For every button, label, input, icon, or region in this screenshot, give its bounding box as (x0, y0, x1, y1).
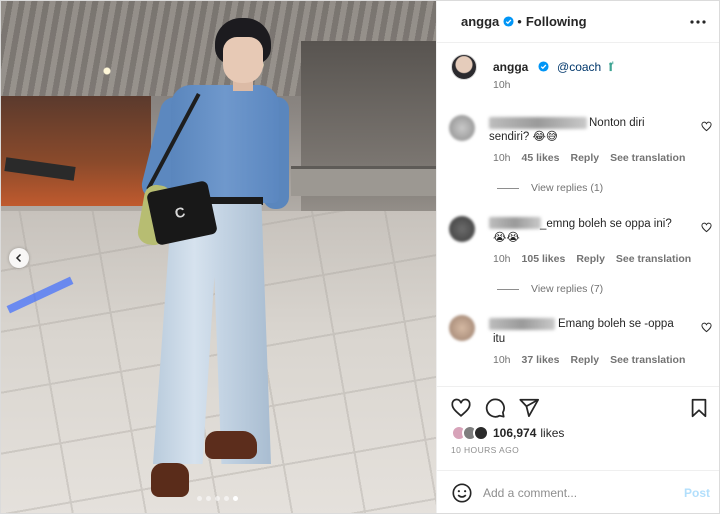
comment-likes[interactable]: 105 likes (522, 253, 566, 265)
header-username[interactable]: angga (461, 14, 499, 29)
view-replies-button[interactable]: View replies (1) (497, 182, 603, 194)
comment-input[interactable] (483, 484, 673, 502)
following-button[interactable]: Following (526, 14, 587, 29)
see-translation-link[interactable]: See translation (616, 253, 691, 265)
caption-mention[interactable]: @coach (557, 60, 601, 74)
comment-time: 10h (493, 253, 511, 265)
carousel-dot[interactable] (206, 496, 211, 501)
person-right-shoe (205, 431, 257, 459)
heart-icon[interactable] (701, 222, 712, 233)
statue-of-liberty-icon (608, 61, 613, 72)
caption-username[interactable]: angga (493, 60, 528, 74)
more-options-icon (690, 19, 706, 24)
bag-logo: C (173, 203, 187, 222)
chevron-left-icon (15, 253, 22, 263)
caption-time: 10h (493, 79, 511, 91)
comment-likes[interactable]: 45 likes (522, 152, 560, 164)
carousel-dot[interactable] (197, 496, 202, 501)
action-bar: 106,974 likes 10 HOURS AGO (437, 386, 719, 470)
carousel-dot-active[interactable] (233, 496, 238, 501)
replies-line (497, 288, 519, 290)
comment-avatar[interactable] (449, 315, 475, 341)
author-avatar[interactable] (451, 54, 477, 80)
comment-avatar[interactable] (449, 115, 475, 141)
post-photo[interactable]: C (1, 1, 436, 513)
photo-shops (1, 96, 151, 206)
liker-avatar (473, 425, 489, 441)
post-caption: angga @coach (437, 43, 719, 101)
heart-icon[interactable] (450, 397, 472, 419)
likes-row[interactable]: 106,974 likes (451, 425, 564, 441)
comment-emoji: 😂😅 (532, 131, 558, 143)
comment-reply-button[interactable]: Reply (570, 354, 599, 366)
header-separator: • (517, 14, 522, 29)
post-modal: C angga • Following angga @coach 10h Non… (0, 0, 720, 514)
photo-shop-banner (4, 157, 76, 181)
carousel-dot[interactable] (215, 496, 220, 501)
comment-icon[interactable] (484, 397, 506, 419)
comment-text: Emang boleh se -oppa (558, 318, 674, 330)
comment-username-blurred[interactable] (489, 318, 555, 330)
share-icon[interactable] (518, 397, 540, 419)
carousel-dots (197, 496, 238, 501)
person-left-shoe (151, 463, 189, 497)
comment-username-blurred[interactable] (489, 117, 587, 129)
comment-text-line2: itu (493, 333, 506, 345)
post-sidebar: angga • Following angga @coach 10h Nonto… (436, 1, 719, 513)
comment-text-cont: sendiri? (489, 131, 530, 143)
comment-likes[interactable]: 37 likes (522, 354, 560, 366)
photo-rail (291, 166, 436, 196)
verified-badge-icon (503, 16, 514, 27)
likes-count[interactable]: 106,974 likes (493, 426, 564, 440)
see-translation-link[interactable]: See translation (610, 354, 685, 366)
comment-text-line2: sendiri? 😂😅 (489, 130, 558, 144)
post-timestamp: 10 HOURS AGO (451, 445, 520, 455)
view-replies-label[interactable]: View replies (1) (531, 182, 603, 194)
comment-reply-button[interactable]: Reply (576, 253, 605, 265)
comment-meta: 10h 45 likes Reply See translation (493, 152, 685, 164)
more-options-button[interactable] (687, 11, 709, 33)
see-translation-link[interactable]: See translation (610, 152, 685, 164)
bookmark-icon[interactable] (688, 397, 710, 419)
likes-number: 106,974 (493, 426, 537, 440)
carousel-dot[interactable] (224, 496, 229, 501)
comment-meta: 10h 105 likes Reply See translation (493, 253, 691, 265)
likes-word: likes (540, 426, 565, 440)
replies-line (497, 187, 519, 189)
comment-item: Emang boleh se -oppa itu 10h 37 likes Re… (437, 313, 719, 373)
comment-username-blurred[interactable] (489, 217, 541, 229)
comment-item: Nonton diri sendiri? 😂😅 10h 45 likes Rep… (437, 111, 719, 206)
comment-text: Nonton diri (589, 117, 645, 129)
comment-time: 10h (493, 152, 511, 164)
comment-avatar[interactable] (449, 216, 475, 242)
comment-text: _emng boleh se oppa ini? (540, 218, 672, 230)
comment-item: _emng boleh se oppa ini? 😭😭 10h 105 like… (437, 212, 719, 307)
post-header: angga • Following (437, 1, 719, 43)
view-replies-label[interactable]: View replies (7) (531, 283, 603, 295)
person-face (223, 37, 263, 83)
add-comment-bar: Post (437, 470, 719, 513)
view-replies-button[interactable]: View replies (7) (497, 283, 603, 295)
comment-reply-button[interactable]: Reply (570, 152, 599, 164)
heart-icon[interactable] (701, 322, 712, 333)
caption-text: angga @coach (493, 60, 616, 74)
verified-badge-icon (538, 61, 549, 72)
comment-emoji: 😭😭 (493, 232, 520, 244)
post-comment-button[interactable]: Post (684, 486, 710, 500)
carousel-prev-button[interactable] (9, 248, 29, 268)
heart-icon[interactable] (701, 121, 712, 132)
comment-time: 10h (493, 354, 511, 366)
emoji-icon[interactable] (451, 482, 473, 504)
comment-meta: 10h 37 likes Reply See translation (493, 354, 685, 366)
